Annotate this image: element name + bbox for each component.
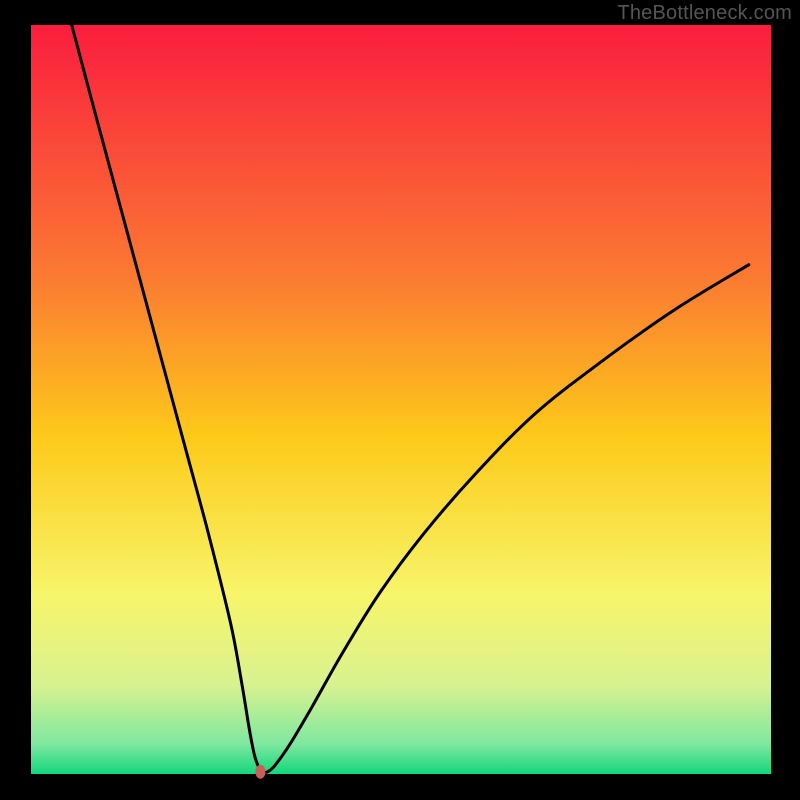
bottleneck-point-marker <box>255 765 265 779</box>
chart-container: TheBottleneck.com <box>0 0 800 800</box>
bottleneck-chart <box>0 0 800 800</box>
chart-gradient-bg <box>31 25 771 774</box>
watermark-label: TheBottleneck.com <box>617 2 792 25</box>
